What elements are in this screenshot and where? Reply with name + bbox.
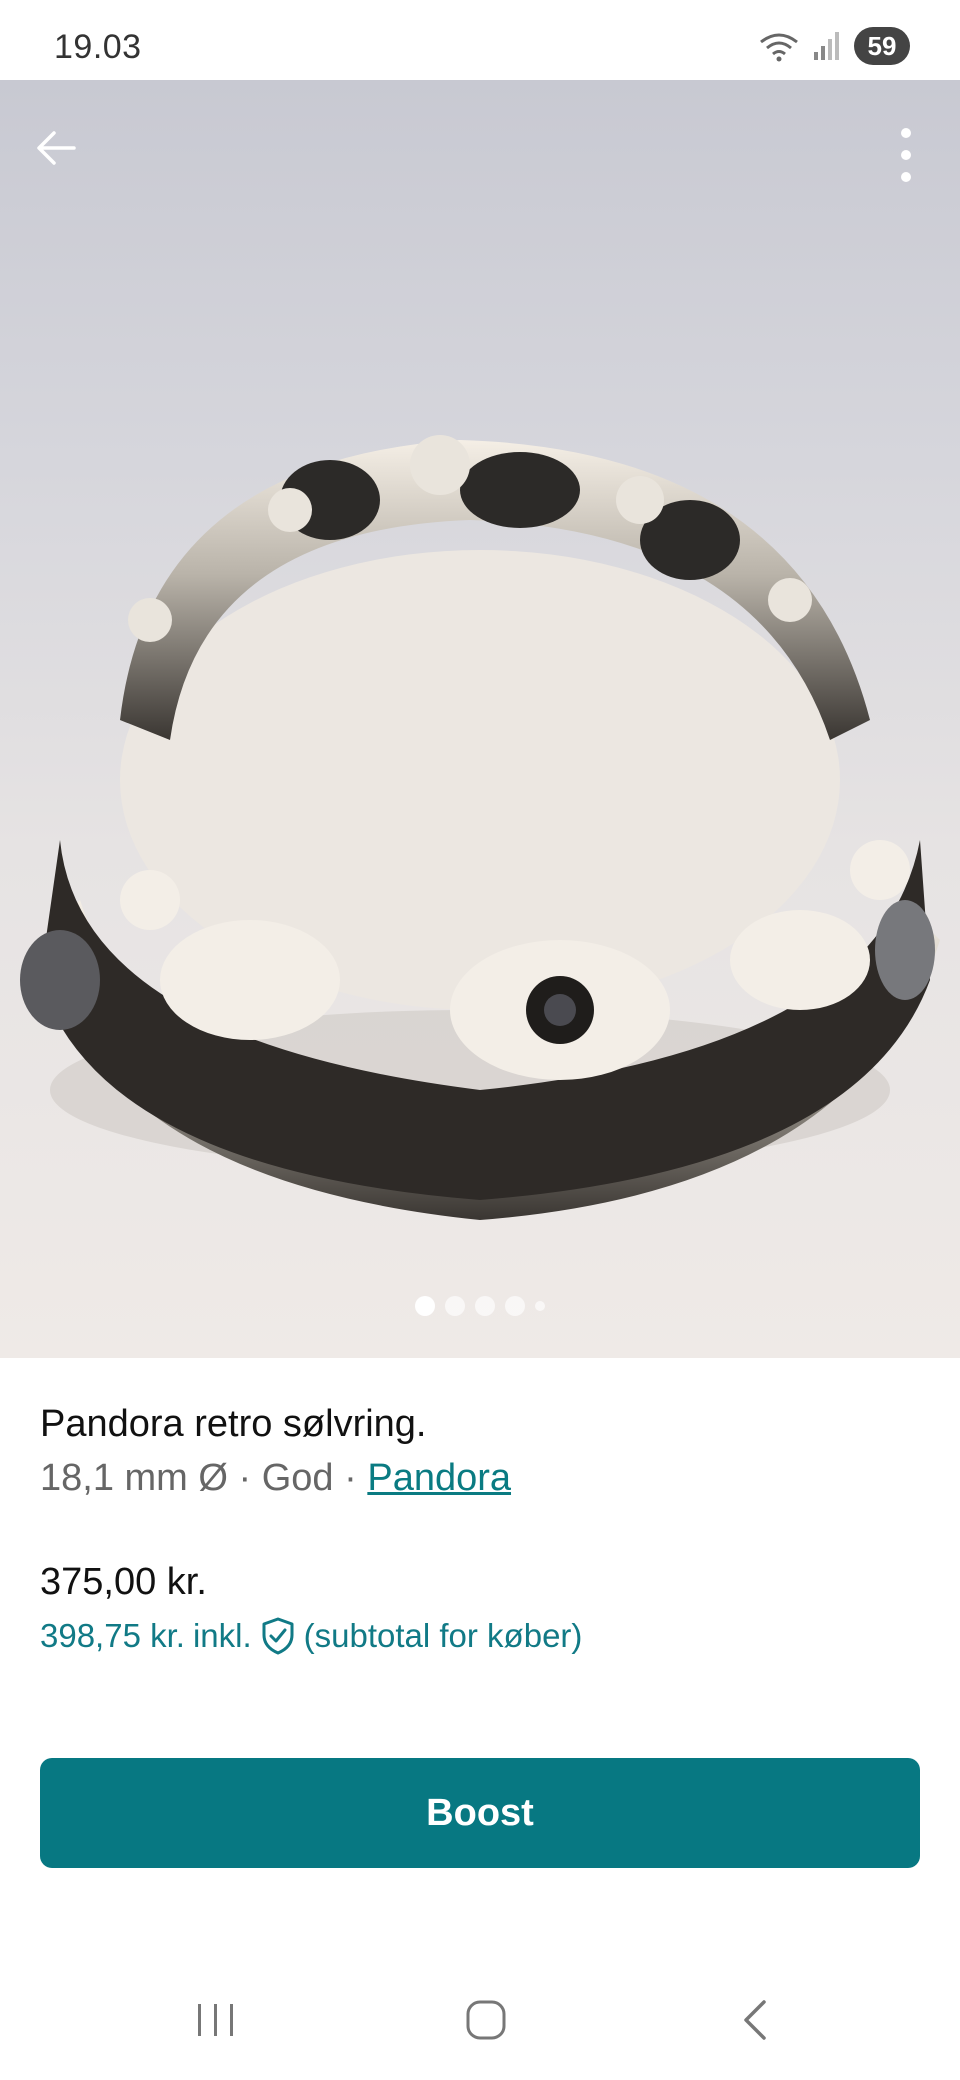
home-icon [466, 2000, 506, 2040]
boost-button[interactable]: Boost [40, 1758, 920, 1868]
carousel-dot[interactable] [445, 1296, 465, 1316]
recents-button[interactable] [176, 1990, 256, 2050]
more-options-button[interactable] [882, 120, 930, 190]
carousel-dot[interactable] [505, 1296, 525, 1316]
listing-meta: 18,1 mm Ø · God · Pandora [40, 1450, 920, 1506]
buyer-price-label: inkl. [192, 1617, 252, 1654]
meta-separator: · [238, 1457, 252, 1499]
listing-details: Pandora retro sølvring. 18,1 mm Ø · God … [40, 1400, 920, 1658]
product-image-carousel[interactable] [0, 80, 960, 1358]
brand-link[interactable]: Pandora [367, 1457, 511, 1499]
buyer-price-note: (subtotal for køber) [303, 1617, 583, 1654]
listing-condition: God [261, 1457, 334, 1499]
listing-size: 18,1 mm Ø [40, 1457, 228, 1499]
listing-price: 375,00 kr. [40, 1561, 207, 1603]
carousel-indicator [0, 1296, 960, 1316]
back-icon [744, 2000, 766, 2040]
buyer-price-row[interactable]: 398,75 kr. inkl. (subtotal for køber) [40, 1614, 920, 1658]
nav-back-button[interactable] [716, 1990, 796, 2050]
home-button[interactable] [446, 1990, 526, 2050]
back-arrow-icon [37, 131, 76, 165]
meta-separator: · [344, 1457, 357, 1499]
recents-icon [198, 2004, 233, 2036]
carousel-dot[interactable] [415, 1296, 435, 1316]
carousel-dot[interactable] [535, 1301, 545, 1311]
listing-title: Pandora retro sølvring. [40, 1403, 427, 1445]
shield-check-icon [260, 1616, 296, 1656]
wifi-icon [758, 30, 800, 62]
navigation-bar [0, 1960, 960, 2080]
buyer-price-amount: 398,75 kr. [40, 1617, 185, 1654]
status-time: 19.03 [54, 28, 142, 66]
carousel-dot[interactable] [475, 1296, 495, 1316]
battery-badge: 59 [854, 27, 910, 65]
status-icons: 59 [758, 26, 910, 66]
back-button[interactable] [28, 120, 84, 176]
status-bar: 19.03 59 [0, 0, 960, 80]
product-photo [20, 435, 940, 1220]
more-vertical-icon [901, 128, 911, 182]
signal-icon [812, 30, 842, 62]
